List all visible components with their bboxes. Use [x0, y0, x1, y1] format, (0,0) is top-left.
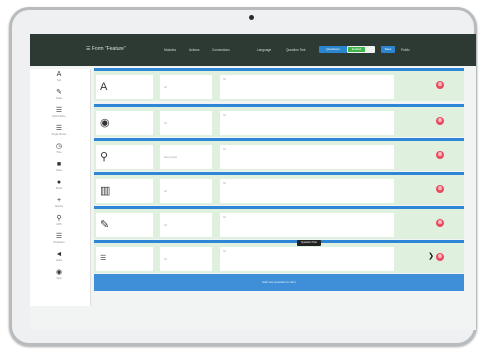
delete-icon[interactable]: ⊗: [436, 253, 444, 261]
toggle-knob: Enabled: [348, 47, 365, 52]
camera-icon: ◉: [96, 111, 153, 135]
question-row[interactable]: ☰ Id Id ❯ ⊗: [94, 240, 464, 273]
send-icon: ◄: [55, 251, 63, 258]
tool-label: Number: [54, 205, 64, 208]
list-icon: ☰: [96, 247, 153, 271]
question-name-input[interactable]: Id: [160, 247, 212, 271]
tool-label: Dropdown: [53, 241, 65, 244]
tool-label: Multi Choice: [52, 115, 66, 118]
tool-label: Text: [56, 79, 62, 82]
question-text-input[interactable]: Id: [220, 213, 394, 237]
delete-icon[interactable]: ⊗: [436, 81, 444, 89]
add-question-button[interactable]: Add new question to form: [94, 274, 464, 291]
pencil-icon: ✎: [96, 213, 153, 237]
tool-draw[interactable]: ✎ Draw: [36, 89, 82, 105]
question-text-input[interactable]: Id: [220, 247, 394, 271]
question-name-input[interactable]: Id: [160, 213, 212, 237]
tool-sidebar: A Text ✎ Draw ☰ Multi Choice ☰ Single Choice…: [30, 69, 91, 306]
question-text-input[interactable]: Id: [220, 75, 394, 99]
question-name-input[interactable]: Id: [160, 75, 212, 99]
chevron-down-icon[interactable]: ❯: [428, 252, 434, 260]
pencil-icon: ✎: [56, 89, 62, 96]
barcode-icon: ▥: [96, 179, 153, 203]
tool-label: Video: [55, 169, 63, 172]
nav-language[interactable]: Language: [257, 48, 271, 52]
list-icon: ☰: [55, 233, 63, 240]
question-text-input[interactable]: Id: [220, 179, 394, 203]
tool-label: Draw: [56, 97, 62, 100]
location-icon: ⚲: [96, 145, 153, 169]
clock-icon: ◷: [55, 143, 63, 150]
list-icon: ☰: [55, 125, 63, 132]
app-screen: ☰ Form "Feature" Modules Actions Connect…: [30, 34, 476, 330]
question-row[interactable]: A Id Id ⊗: [94, 68, 464, 101]
font-icon: A: [96, 75, 153, 99]
eye-icon: ◉: [55, 269, 63, 276]
tool-view[interactable]: ◉ View: [36, 269, 82, 285]
nav-connections[interactable]: Connections: [212, 48, 230, 52]
tooltip: Question Text: [297, 240, 321, 246]
nav-public[interactable]: Public: [401, 48, 410, 52]
tool-label: Single Choice: [51, 133, 67, 136]
question-row[interactable]: ✎ Id Id ⊗: [94, 206, 464, 239]
tool-label: Photo: [55, 187, 63, 190]
font-icon: A: [56, 71, 62, 78]
tool-video[interactable]: ■ Video: [36, 161, 82, 177]
question-text-input[interactable]: Id: [220, 145, 394, 169]
enabled-toggle[interactable]: Enabled: [347, 46, 375, 53]
tool-multi-choice[interactable]: ☰ Multi Choice: [36, 107, 82, 123]
tool-label: Time: [56, 151, 62, 154]
questions-button[interactable]: Questions: [319, 46, 347, 53]
nav-actions[interactable]: Actions: [189, 48, 199, 52]
question-row[interactable]: ◉ Id Id ⊗: [94, 104, 464, 137]
top-navbar: ☰ Form "Feature" Modules Actions Connect…: [30, 34, 476, 66]
delete-icon[interactable]: ⊗: [436, 219, 444, 227]
tool-label: Audio: [55, 259, 63, 262]
delete-icon[interactable]: ⊗: [436, 117, 444, 125]
tool-number[interactable]: + Number: [36, 197, 82, 213]
question-name-input[interactable]: Geo point: [160, 145, 212, 169]
question-name-input[interactable]: Id: [160, 179, 212, 203]
question-row[interactable]: ⚲ Geo point Id ⊗: [94, 138, 464, 171]
question-name-input[interactable]: Id: [160, 111, 212, 135]
question-row[interactable]: ▥ Id Id ⊗: [94, 172, 464, 205]
tool-label: GPS: [56, 223, 62, 226]
location-icon: ⚲: [56, 215, 62, 222]
tool-time[interactable]: ◷ Time: [36, 143, 82, 159]
delete-icon[interactable]: ⊗: [436, 151, 444, 159]
video-icon: ■: [56, 161, 62, 168]
save-button[interactable]: Save: [381, 46, 395, 53]
tool-text[interactable]: A Text: [36, 71, 82, 87]
tool-label: View: [56, 277, 62, 280]
tool-dropdown[interactable]: ☰ Dropdown: [36, 233, 82, 249]
brand-title[interactable]: ☰ Form "Feature": [86, 46, 126, 52]
list-icon: ☰: [55, 107, 63, 114]
camera-icon: ●: [56, 179, 62, 186]
tool-audio[interactable]: ◄ Audio: [36, 251, 82, 267]
nav-question-text[interactable]: Question Text: [286, 48, 305, 52]
question-text-input[interactable]: Id: [220, 111, 394, 135]
plus-icon: +: [56, 197, 62, 204]
tool-photo[interactable]: ● Photo: [36, 179, 82, 195]
tool-gps[interactable]: ⚲ GPS: [36, 215, 82, 231]
camera-icon: [249, 15, 254, 20]
delete-icon[interactable]: ⊗: [436, 185, 444, 193]
nav-modules[interactable]: Modules: [164, 48, 176, 52]
tool-single-choice[interactable]: ☰ Single Choice: [36, 125, 82, 141]
